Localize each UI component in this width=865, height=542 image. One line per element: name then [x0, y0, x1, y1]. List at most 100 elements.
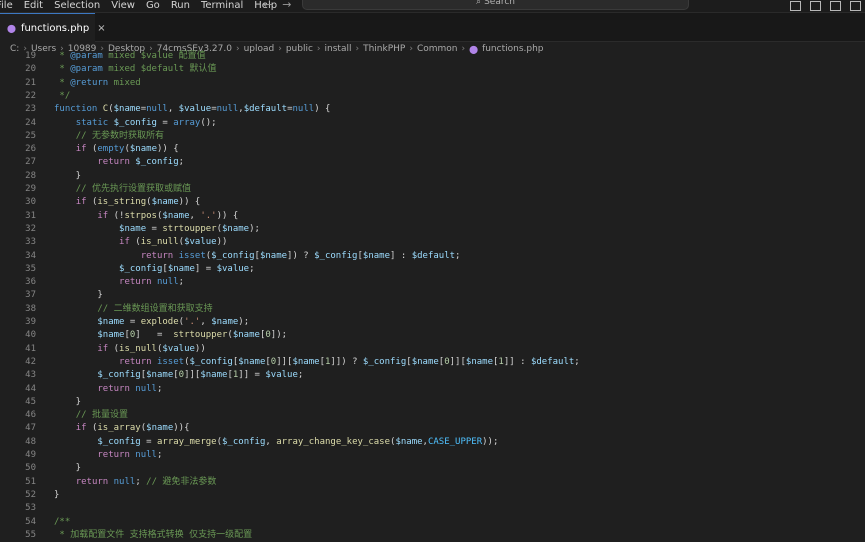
code-line[interactable]: 50 } [0, 462, 865, 475]
code-text: } [54, 289, 102, 302]
code-token: ( [86, 144, 98, 155]
code-line[interactable]: 22 */ [0, 90, 865, 103]
toggle-secondary-sidebar-icon[interactable] [830, 1, 841, 11]
code-token: ] = [194, 263, 217, 274]
code-text: return null; // 避免非法参数 [54, 476, 217, 489]
code-token: null [135, 450, 157, 460]
code-line[interactable]: 30 if (is_string($name)) { [0, 196, 865, 209]
code-token: $name [238, 356, 266, 367]
code-token: array_change_key_case [276, 436, 391, 447]
menu-item-terminal[interactable]: Terminal [201, 0, 243, 12]
code-text: if (empty($name)) { [54, 143, 179, 156]
line-number: 28 [25, 170, 36, 181]
code-line[interactable]: 29 // 优先执行设置获取或赋值 [0, 183, 865, 196]
code-text: return isset($_config[$name]) ? $_config… [54, 250, 461, 263]
tab-label: functions.php [20, 22, 90, 34]
code-editor[interactable]: 19 * @param mixed $value 配置值 20 * @param … [0, 51, 865, 540]
tab-functions-php[interactable]: ⬤ functions.php × [0, 13, 106, 42]
code-text: $_config[$name] = $value; [54, 263, 255, 276]
code-token: ); [238, 317, 250, 327]
code-line[interactable]: 34 return isset($_config[$name]) ? $_con… [0, 250, 865, 263]
code-line[interactable]: 26 if (empty($name)) { [0, 143, 865, 156]
code-text: * @param mixed $value 配置值 [54, 50, 205, 63]
code-token: isset [156, 356, 185, 367]
code-token: empty [97, 144, 125, 155]
toggle-panel-icon[interactable] [810, 1, 821, 11]
code-text: $name = strtoupper($name); [54, 223, 260, 236]
menu-item-go[interactable]: Go [146, 0, 160, 12]
code-line[interactable]: 49 return null; [0, 449, 865, 462]
code-token: $name [97, 317, 125, 327]
code-line[interactable]: 27 return $_config; [0, 156, 865, 169]
code-line[interactable]: 53 [0, 502, 865, 515]
back-arrow-icon[interactable]: ← [263, 0, 272, 11]
code-token: $_config [211, 250, 255, 261]
command-center-search[interactable]: ⌕ Search [302, 0, 689, 10]
code-token: $value [184, 237, 217, 248]
code-token: ]] : [503, 356, 531, 367]
code-token: $_config [222, 436, 266, 447]
code-line[interactable]: 25 // 无参数时获取所有 [0, 130, 865, 143]
code-line[interactable]: 48 $_config = array_merge($_config, arra… [0, 436, 865, 449]
menu-item-view[interactable]: View [111, 0, 135, 12]
code-line[interactable]: 19 * @param mixed $value 配置值 [0, 50, 865, 63]
code-token: array [173, 117, 201, 128]
close-icon[interactable]: × [97, 23, 105, 34]
code-line[interactable]: 20 * @param mixed $default 默认值 [0, 63, 865, 76]
code-token: * 加载配置文件 支持格式转换 仅支持一级配置 [54, 529, 253, 540]
code-text: * @param mixed $default 默认值 [54, 63, 216, 76]
line-number: 41 [25, 343, 36, 354]
line-number: 46 [25, 410, 36, 421]
code-token: @return [70, 77, 109, 88]
forward-arrow-icon[interactable]: → [282, 0, 291, 11]
code-text: return null; [54, 276, 184, 289]
code-line[interactable]: 37 } [0, 289, 865, 302]
menu-item-run[interactable]: Run [171, 0, 190, 12]
code-line[interactable]: 40 $name[0] = strtoupper($name[0]); [0, 329, 865, 342]
code-line[interactable]: 31 if (!strpos($name, '.')) { [0, 210, 865, 223]
code-line[interactable]: 33 if (is_null($value)) [0, 236, 865, 249]
editor-tab-bar: ⬤ functions.php × [0, 13, 865, 42]
code-line[interactable]: 51 return null; // 避免非法参数 [0, 476, 865, 489]
code-line[interactable]: 52} [0, 489, 865, 502]
code-token: ) { [314, 104, 331, 115]
code-line[interactable]: 46 // 批量设置 [0, 409, 865, 422]
code-line[interactable]: 55 * 加载配置文件 支持格式转换 仅支持一级配置 [0, 529, 865, 542]
code-token: )) { [178, 197, 201, 208]
code-line[interactable]: 44 return null; [0, 383, 865, 396]
code-line[interactable]: 35 $_config[$name] = $value; [0, 263, 865, 276]
code-line[interactable]: 47 if (is_array($name)){ [0, 422, 865, 435]
line-number: 32 [25, 223, 36, 234]
code-token: , [167, 104, 179, 115]
code-token: , [189, 210, 201, 221]
code-line[interactable]: 42 return isset($_config[$name[0]][$name… [0, 356, 865, 369]
menu-item-edit[interactable]: Edit [24, 0, 43, 12]
code-line[interactable]: 36 return null; [0, 276, 865, 289]
code-line[interactable]: 24 static $_config = array(); [0, 117, 865, 130]
code-line[interactable]: 45 } [0, 396, 865, 409]
code-line[interactable]: 54 /** [0, 516, 865, 529]
line-number: 39 [25, 317, 36, 327]
code-line[interactable]: 43 $_config[$name[0]][$name[1]] = $value… [0, 369, 865, 382]
code-line[interactable]: 39 $name = explode('.', $name); [0, 316, 865, 329]
menu-item-file[interactable]: File [0, 0, 13, 12]
code-token: $value [162, 343, 195, 354]
code-line[interactable]: 21 * @return mixed [0, 77, 865, 90]
code-token: return [119, 277, 152, 288]
code-line[interactable]: 32 $name = strtoupper($name); [0, 223, 865, 236]
customize-layout-icon[interactable] [850, 1, 861, 11]
code-line[interactable]: 28 } [0, 170, 865, 183]
code-line[interactable]: 38 // 二维数组设置和获取支持 [0, 303, 865, 316]
code-token: $value [216, 263, 250, 274]
code-line[interactable]: 41 if (is_null($value)) [0, 343, 865, 356]
code-token: if [97, 210, 109, 221]
code-text: if (is_string($name)) { [54, 196, 201, 209]
toggle-primary-sidebar-icon[interactable] [790, 1, 801, 11]
code-line[interactable]: 23 function C($name=null, $value=null,$de… [0, 103, 865, 116]
code-token: if [119, 237, 130, 248]
menu-item-selection[interactable]: Selection [54, 0, 100, 12]
code-token: ( [86, 197, 98, 208]
